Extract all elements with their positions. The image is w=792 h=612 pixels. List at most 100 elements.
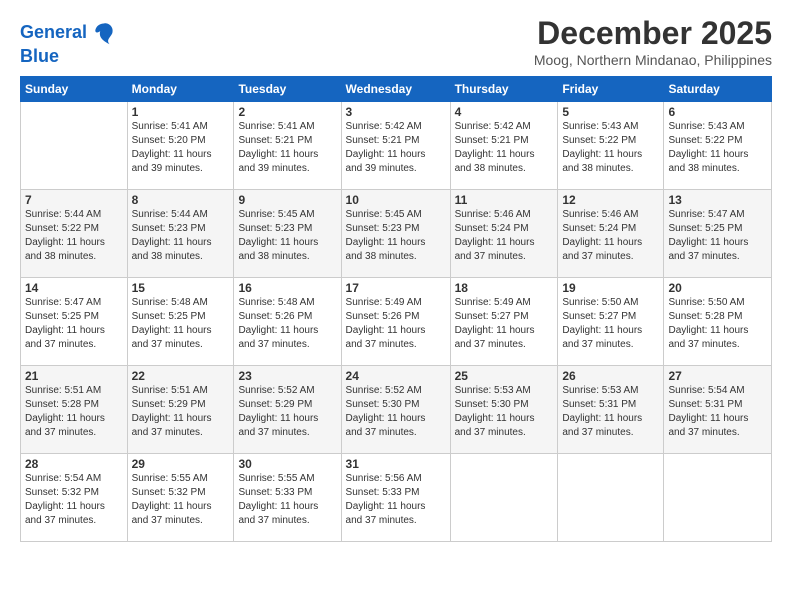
day-info: Sunrise: 5:48 AMSunset: 5:26 PMDaylight:… — [238, 296, 336, 352]
calendar-cell: 12Sunrise: 5:46 AMSunset: 5:24 PMDayligh… — [558, 190, 664, 278]
day-number: 20 — [668, 281, 767, 295]
logo: General Blue — [20, 19, 117, 67]
calendar-cell: 16Sunrise: 5:48 AMSunset: 5:26 PMDayligh… — [234, 278, 341, 366]
logo-icon — [89, 19, 117, 47]
calendar-cell: 17Sunrise: 5:49 AMSunset: 5:26 PMDayligh… — [341, 278, 450, 366]
day-number: 21 — [25, 369, 123, 383]
weekday-header-thursday: Thursday — [450, 77, 558, 102]
calendar-cell — [664, 454, 772, 542]
title-area: December 2025 Moog, Northern Mindanao, P… — [534, 15, 772, 68]
day-number: 12 — [562, 193, 659, 207]
calendar-cell: 1Sunrise: 5:41 AMSunset: 5:20 PMDaylight… — [127, 102, 234, 190]
day-info: Sunrise: 5:53 AMSunset: 5:31 PMDaylight:… — [562, 384, 659, 440]
calendar-cell: 4Sunrise: 5:42 AMSunset: 5:21 PMDaylight… — [450, 102, 558, 190]
calendar-cell: 21Sunrise: 5:51 AMSunset: 5:28 PMDayligh… — [21, 366, 128, 454]
day-number: 1 — [132, 105, 230, 119]
calendar-cell: 11Sunrise: 5:46 AMSunset: 5:24 PMDayligh… — [450, 190, 558, 278]
day-info: Sunrise: 5:44 AMSunset: 5:23 PMDaylight:… — [132, 208, 230, 264]
calendar-cell: 10Sunrise: 5:45 AMSunset: 5:23 PMDayligh… — [341, 190, 450, 278]
calendar-cell — [450, 454, 558, 542]
day-info: Sunrise: 5:49 AMSunset: 5:27 PMDaylight:… — [455, 296, 554, 352]
calendar-week-row: 7Sunrise: 5:44 AMSunset: 5:22 PMDaylight… — [21, 190, 772, 278]
day-info: Sunrise: 5:52 AMSunset: 5:29 PMDaylight:… — [238, 384, 336, 440]
day-number: 10 — [346, 193, 446, 207]
day-info: Sunrise: 5:45 AMSunset: 5:23 PMDaylight:… — [346, 208, 446, 264]
calendar-cell: 30Sunrise: 5:55 AMSunset: 5:33 PMDayligh… — [234, 454, 341, 542]
page-container: General Blue December 2025 Moog, Norther… — [0, 0, 792, 552]
day-info: Sunrise: 5:42 AMSunset: 5:21 PMDaylight:… — [346, 120, 446, 176]
day-number: 26 — [562, 369, 659, 383]
weekday-header-sunday: Sunday — [21, 77, 128, 102]
weekday-header-saturday: Saturday — [664, 77, 772, 102]
logo-text-line1: General — [20, 23, 87, 43]
day-number: 22 — [132, 369, 230, 383]
calendar-cell: 2Sunrise: 5:41 AMSunset: 5:21 PMDaylight… — [234, 102, 341, 190]
calendar-cell: 25Sunrise: 5:53 AMSunset: 5:30 PMDayligh… — [450, 366, 558, 454]
day-info: Sunrise: 5:47 AMSunset: 5:25 PMDaylight:… — [25, 296, 123, 352]
day-number: 7 — [25, 193, 123, 207]
day-info: Sunrise: 5:46 AMSunset: 5:24 PMDaylight:… — [562, 208, 659, 264]
day-info: Sunrise: 5:49 AMSunset: 5:26 PMDaylight:… — [346, 296, 446, 352]
day-number: 15 — [132, 281, 230, 295]
day-info: Sunrise: 5:55 AMSunset: 5:33 PMDaylight:… — [238, 472, 336, 528]
logo-text-line2: Blue — [20, 47, 117, 67]
calendar-cell: 19Sunrise: 5:50 AMSunset: 5:27 PMDayligh… — [558, 278, 664, 366]
calendar-cell: 24Sunrise: 5:52 AMSunset: 5:30 PMDayligh… — [341, 366, 450, 454]
day-number: 16 — [238, 281, 336, 295]
calendar-cell: 18Sunrise: 5:49 AMSunset: 5:27 PMDayligh… — [450, 278, 558, 366]
calendar-cell: 29Sunrise: 5:55 AMSunset: 5:32 PMDayligh… — [127, 454, 234, 542]
calendar-cell — [558, 454, 664, 542]
day-number: 31 — [346, 457, 446, 471]
day-info: Sunrise: 5:42 AMSunset: 5:21 PMDaylight:… — [455, 120, 554, 176]
calendar-cell: 3Sunrise: 5:42 AMSunset: 5:21 PMDaylight… — [341, 102, 450, 190]
day-number: 4 — [455, 105, 554, 119]
day-number: 5 — [562, 105, 659, 119]
calendar-cell: 8Sunrise: 5:44 AMSunset: 5:23 PMDaylight… — [127, 190, 234, 278]
month-title: December 2025 — [534, 15, 772, 52]
day-number: 30 — [238, 457, 336, 471]
day-info: Sunrise: 5:50 AMSunset: 5:27 PMDaylight:… — [562, 296, 659, 352]
calendar-week-row: 28Sunrise: 5:54 AMSunset: 5:32 PMDayligh… — [21, 454, 772, 542]
day-info: Sunrise: 5:41 AMSunset: 5:21 PMDaylight:… — [238, 120, 336, 176]
calendar-cell — [21, 102, 128, 190]
day-number: 14 — [25, 281, 123, 295]
day-info: Sunrise: 5:55 AMSunset: 5:32 PMDaylight:… — [132, 472, 230, 528]
calendar-cell: 9Sunrise: 5:45 AMSunset: 5:23 PMDaylight… — [234, 190, 341, 278]
weekday-header-row: SundayMondayTuesdayWednesdayThursdayFrid… — [21, 77, 772, 102]
day-info: Sunrise: 5:54 AMSunset: 5:32 PMDaylight:… — [25, 472, 123, 528]
day-number: 29 — [132, 457, 230, 471]
calendar-week-row: 14Sunrise: 5:47 AMSunset: 5:25 PMDayligh… — [21, 278, 772, 366]
day-number: 11 — [455, 193, 554, 207]
day-info: Sunrise: 5:44 AMSunset: 5:22 PMDaylight:… — [25, 208, 123, 264]
day-number: 28 — [25, 457, 123, 471]
day-info: Sunrise: 5:43 AMSunset: 5:22 PMDaylight:… — [668, 120, 767, 176]
header: General Blue December 2025 Moog, Norther… — [20, 15, 772, 68]
day-number: 17 — [346, 281, 446, 295]
calendar-cell: 5Sunrise: 5:43 AMSunset: 5:22 PMDaylight… — [558, 102, 664, 190]
calendar-cell: 23Sunrise: 5:52 AMSunset: 5:29 PMDayligh… — [234, 366, 341, 454]
weekday-header-friday: Friday — [558, 77, 664, 102]
calendar-cell: 6Sunrise: 5:43 AMSunset: 5:22 PMDaylight… — [664, 102, 772, 190]
calendar-cell: 26Sunrise: 5:53 AMSunset: 5:31 PMDayligh… — [558, 366, 664, 454]
day-number: 19 — [562, 281, 659, 295]
day-info: Sunrise: 5:41 AMSunset: 5:20 PMDaylight:… — [132, 120, 230, 176]
day-number: 2 — [238, 105, 336, 119]
day-number: 3 — [346, 105, 446, 119]
day-info: Sunrise: 5:52 AMSunset: 5:30 PMDaylight:… — [346, 384, 446, 440]
calendar-table: SundayMondayTuesdayWednesdayThursdayFrid… — [20, 76, 772, 542]
calendar-cell: 22Sunrise: 5:51 AMSunset: 5:29 PMDayligh… — [127, 366, 234, 454]
calendar-cell: 14Sunrise: 5:47 AMSunset: 5:25 PMDayligh… — [21, 278, 128, 366]
calendar-cell: 28Sunrise: 5:54 AMSunset: 5:32 PMDayligh… — [21, 454, 128, 542]
day-number: 9 — [238, 193, 336, 207]
day-number: 6 — [668, 105, 767, 119]
day-info: Sunrise: 5:51 AMSunset: 5:29 PMDaylight:… — [132, 384, 230, 440]
calendar-week-row: 21Sunrise: 5:51 AMSunset: 5:28 PMDayligh… — [21, 366, 772, 454]
calendar-cell: 20Sunrise: 5:50 AMSunset: 5:28 PMDayligh… — [664, 278, 772, 366]
location-title: Moog, Northern Mindanao, Philippines — [534, 52, 772, 68]
day-number: 13 — [668, 193, 767, 207]
day-info: Sunrise: 5:56 AMSunset: 5:33 PMDaylight:… — [346, 472, 446, 528]
day-number: 18 — [455, 281, 554, 295]
day-info: Sunrise: 5:53 AMSunset: 5:30 PMDaylight:… — [455, 384, 554, 440]
calendar-cell: 7Sunrise: 5:44 AMSunset: 5:22 PMDaylight… — [21, 190, 128, 278]
day-info: Sunrise: 5:46 AMSunset: 5:24 PMDaylight:… — [455, 208, 554, 264]
